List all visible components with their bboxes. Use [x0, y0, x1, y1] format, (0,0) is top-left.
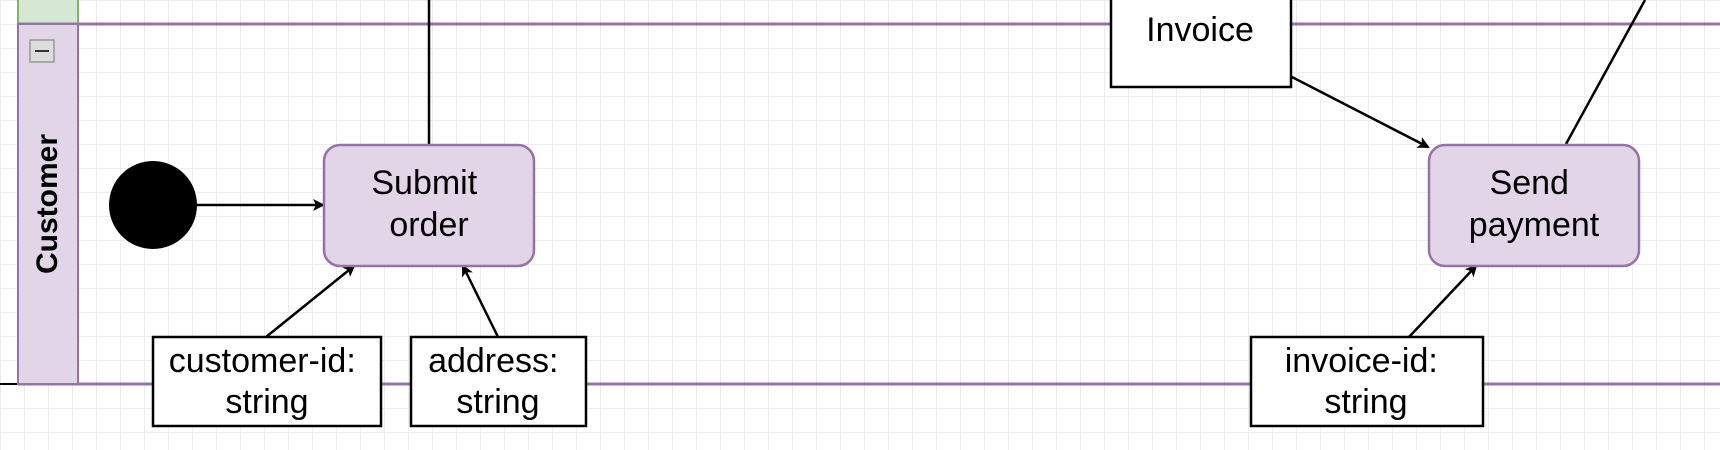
data-object-customer-id[interactable]: customer-id: string	[151, 335, 383, 428]
task-submit-order[interactable]: Submit order	[322, 143, 536, 268]
minus-icon[interactable]	[29, 39, 55, 63]
upper-lane-header	[17, 0, 79, 25]
edge-send-payment-to-upper[interactable]	[1564, 0, 1647, 145]
edge-address-to-submit-order[interactable]	[461, 264, 500, 338]
edge-invoice-id-to-send-payment[interactable]	[1408, 264, 1478, 338]
data-object-invoice[interactable]: Invoice	[1109, 0, 1293, 89]
data-object-address[interactable]: address: string	[409, 335, 588, 428]
task-send-payment[interactable]: Send payment	[1427, 143, 1641, 268]
edge-invoice-to-send-payment[interactable]	[1289, 74, 1430, 149]
start-event[interactable]	[109, 161, 197, 249]
bpmn-diagram: Customer Submit order Send payment Invoi…	[0, 0, 1720, 428]
lane-title: Customer	[31, 134, 64, 274]
data-object-invoice-label: Invoice	[1146, 11, 1254, 49]
lane-header-customer[interactable]: Customer	[17, 23, 79, 385]
data-object-invoice-id[interactable]: invoice-id: string	[1249, 335, 1485, 428]
edge-customer-id-to-submit-order[interactable]	[265, 264, 356, 338]
diagram-canvas: Customer Submit order Send payment Invoi…	[0, 0, 1720, 450]
